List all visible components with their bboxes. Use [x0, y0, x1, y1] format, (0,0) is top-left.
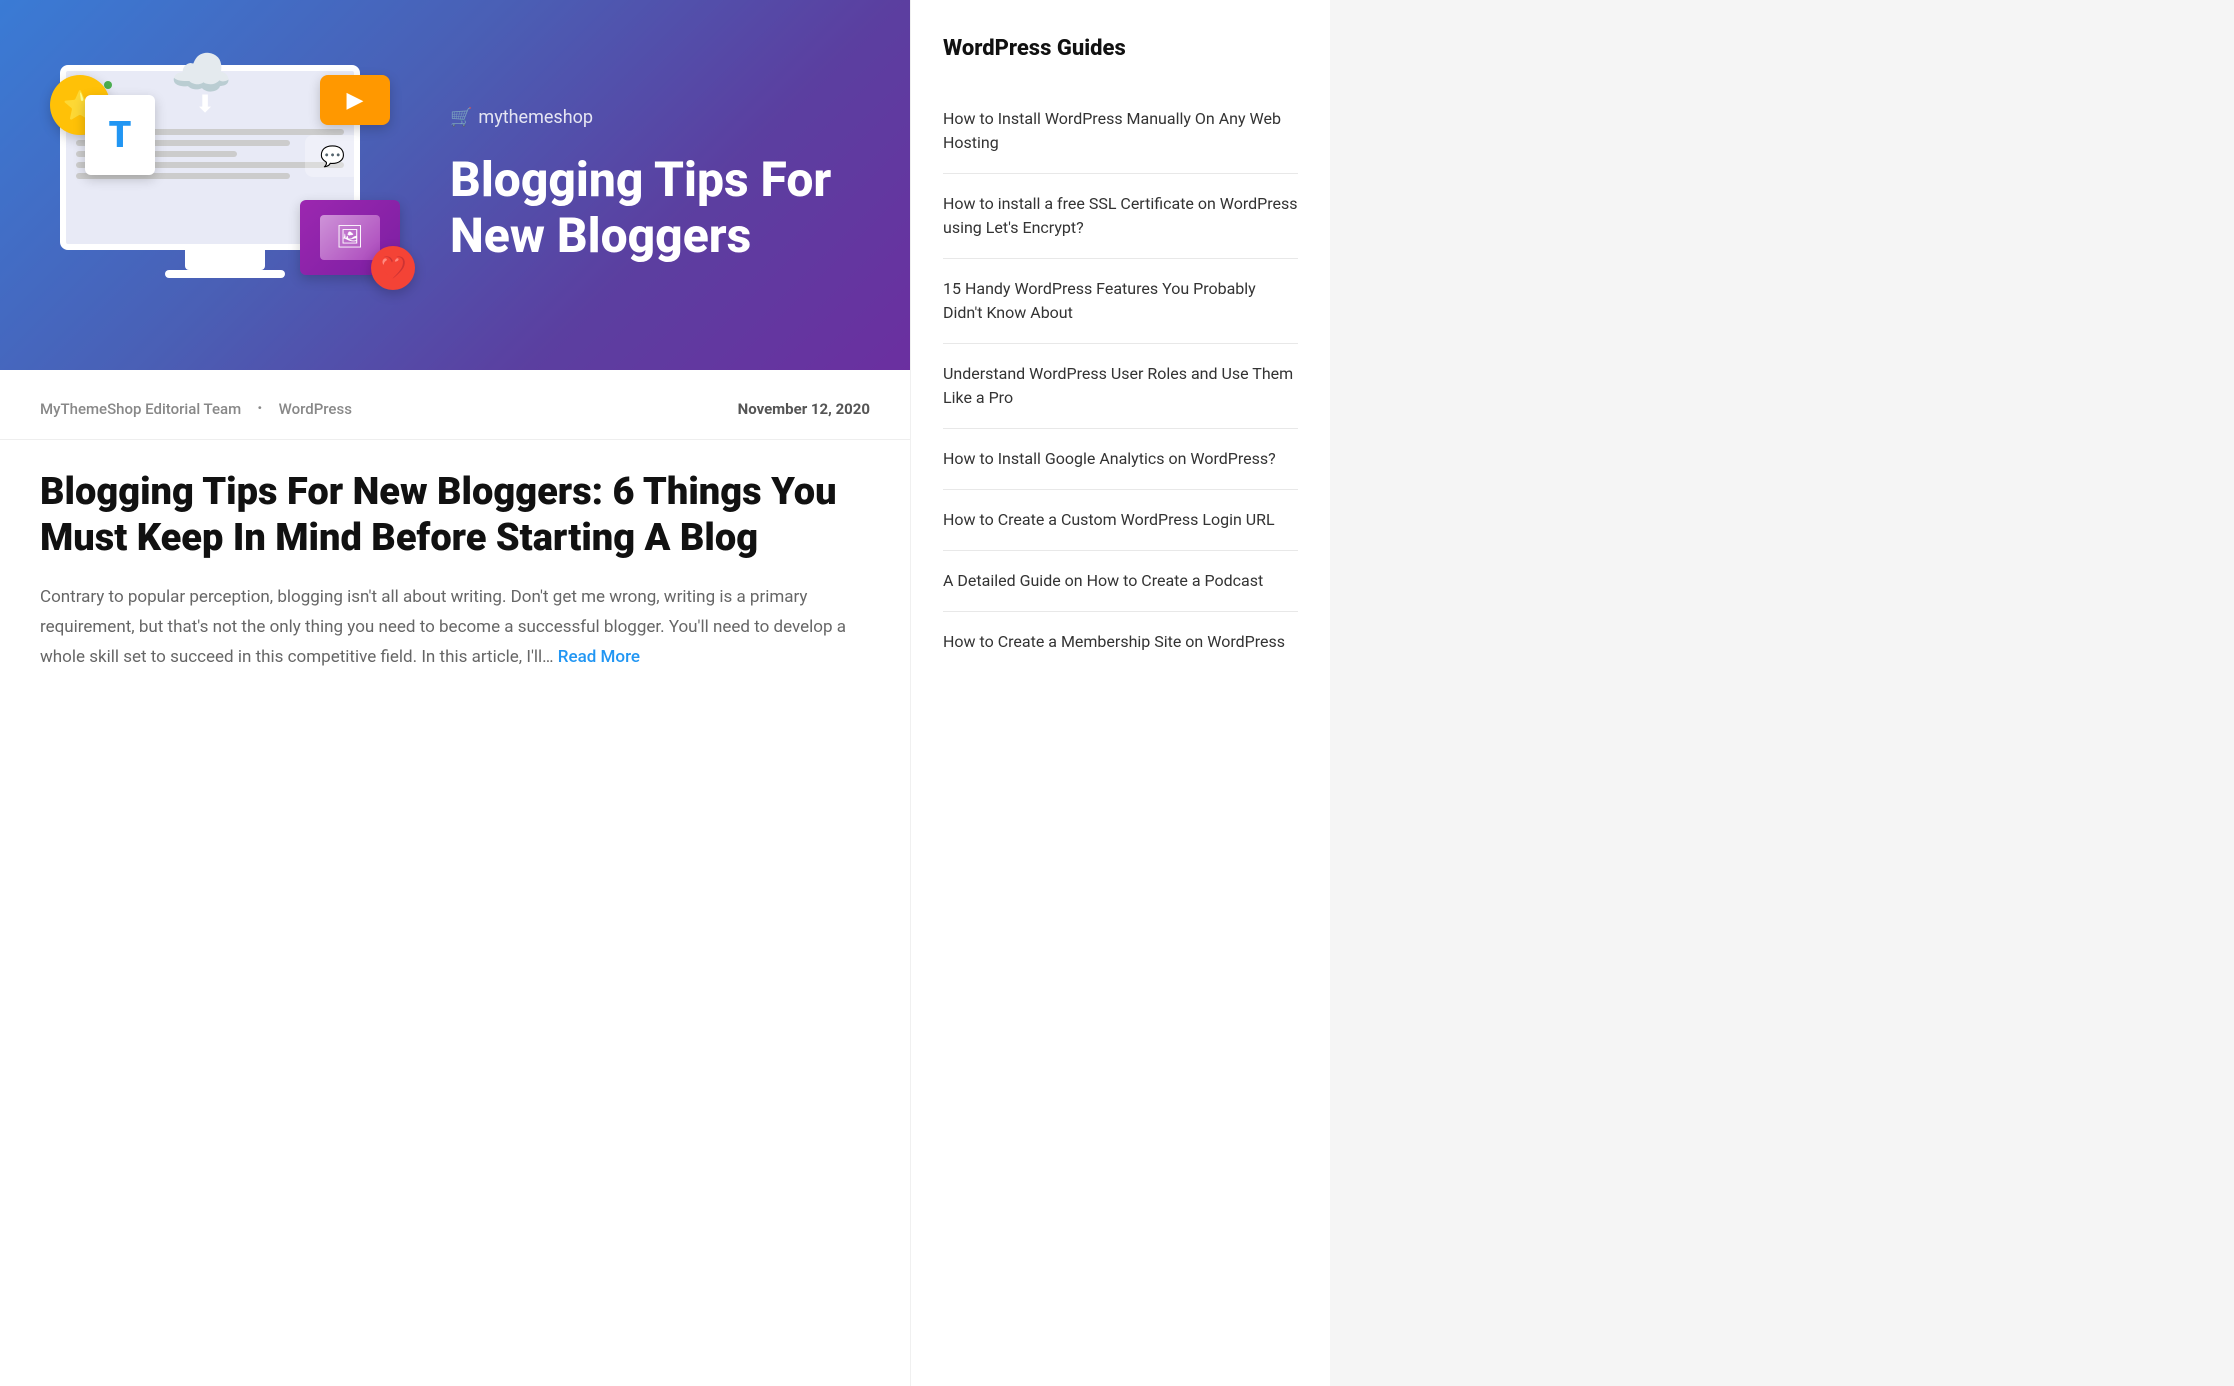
sidebar-link[interactable]: How to Create a Membership Site on WordP… — [943, 630, 1298, 654]
play-icon: ▶ — [320, 75, 390, 125]
meta-separator: · — [257, 398, 262, 419]
article-meta: MyThemeShop Editorial Team · WordPress N… — [0, 370, 910, 440]
sidebar-link-item: How to Create a Custom WordPress Login U… — [943, 490, 1298, 551]
heart-icon: ❤️ — [371, 246, 415, 290]
sidebar-link-item: How to Install WordPress Manually On Any… — [943, 89, 1298, 174]
chat-icon: 💬 — [305, 135, 360, 177]
article-content: Blogging Tips For New Bloggers: 6 Things… — [0, 440, 910, 712]
sidebar-link[interactable]: 15 Handy WordPress Features You Probably… — [943, 277, 1298, 325]
sidebar-link[interactable]: How to install a free SSL Certificate on… — [943, 192, 1298, 240]
article-excerpt: Contrary to popular perception, blogging… — [40, 583, 870, 672]
article-category: WordPress — [279, 400, 352, 418]
arrow-down-icon: ⬇ — [195, 90, 215, 118]
sidebar-link[interactable]: Understand WordPress User Roles and Use … — [943, 362, 1298, 410]
sidebar: WordPress Guides How to Install WordPres… — [910, 0, 1330, 1386]
hero-illustration: ☁️ ⬇ ⭐ T ▶ 💬 🖼 ❤️ — [30, 45, 430, 325]
hero-title: Blogging Tips For New Bloggers — [450, 152, 870, 262]
sidebar-link-item: 15 Handy WordPress Features You Probably… — [943, 259, 1298, 344]
sidebar-link-item: Understand WordPress User Roles and Use … — [943, 344, 1298, 429]
sidebar-links-list: How to Install WordPress Manually On Any… — [943, 89, 1298, 672]
logo-icon: 🛒 — [450, 107, 472, 128]
logo-text: mythemeshop — [478, 107, 593, 128]
hero-banner: ☁️ ⬇ ⭐ T ▶ 💬 🖼 ❤️ — [0, 0, 910, 370]
article-date: November 12, 2020 — [738, 400, 870, 418]
sidebar-link[interactable]: How to Create a Custom WordPress Login U… — [943, 508, 1298, 532]
sidebar-title: WordPress Guides — [943, 36, 1298, 61]
main-content: ☁️ ⬇ ⭐ T ▶ 💬 🖼 ❤️ — [0, 0, 910, 1386]
sidebar-link[interactable]: How to Install Google Analytics on WordP… — [943, 447, 1298, 471]
read-more-link[interactable]: Read More — [558, 647, 640, 667]
text-icon: T — [85, 95, 155, 175]
sidebar-link-item: A Detailed Guide on How to Create a Podc… — [943, 551, 1298, 612]
sidebar-link-item: How to Install Google Analytics on WordP… — [943, 429, 1298, 490]
sidebar-link[interactable]: How to Install WordPress Manually On Any… — [943, 107, 1298, 155]
hero-text: 🛒 mythemeshop Blogging Tips For New Blog… — [430, 107, 870, 262]
sidebar-link[interactable]: A Detailed Guide on How to Create a Podc… — [943, 569, 1298, 593]
sidebar-link-item: How to Create a Membership Site on WordP… — [943, 612, 1298, 672]
article-title: Blogging Tips For New Bloggers: 6 Things… — [40, 470, 870, 561]
sidebar-link-item: How to install a free SSL Certificate on… — [943, 174, 1298, 259]
brand-logo: 🛒 mythemeshop — [450, 107, 870, 128]
article-author: MyThemeShop Editorial Team — [40, 400, 241, 418]
